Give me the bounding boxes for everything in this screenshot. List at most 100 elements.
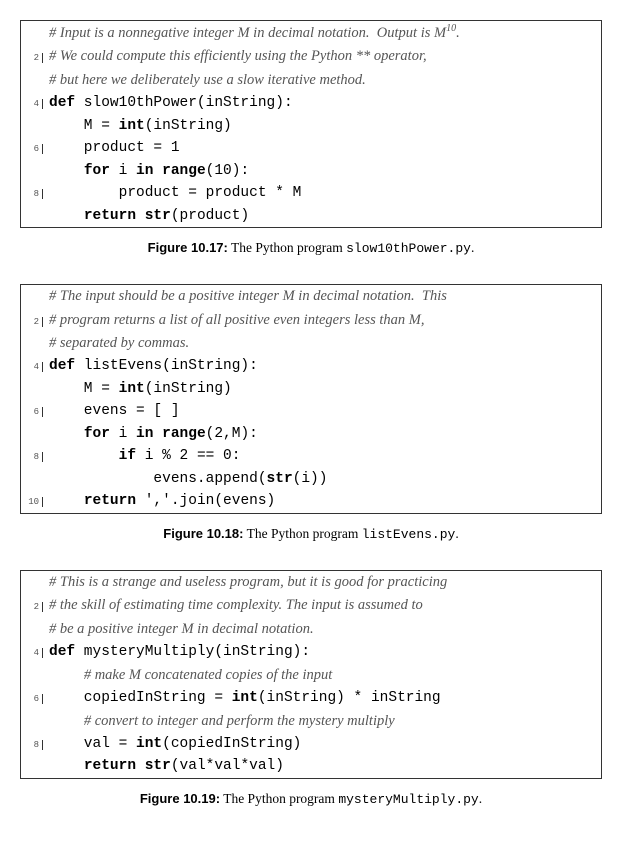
code-line: 4def slow10thPower(inString):: [21, 92, 601, 114]
code-builtin: int: [119, 118, 145, 134]
code-line: 8 val = int(copiedInString): [21, 733, 601, 755]
code-text: copiedInString =: [49, 690, 232, 706]
code-content: evens.append(str(i)): [43, 468, 327, 490]
caption-text: .: [479, 791, 482, 806]
figure-caption: Figure 10.18: The Python program listEve…: [20, 526, 602, 542]
code-content: # program returns a list of all positive…: [43, 309, 425, 332]
code-line: # be a positive integer M in decimal not…: [21, 618, 601, 641]
code-keyword: if: [119, 448, 136, 464]
code-text: val =: [49, 736, 136, 752]
code-comment: # the skill of estimating time complexit…: [49, 597, 423, 613]
code-text: listEvens(inString):: [75, 358, 258, 374]
code-content: # make M concatenated copies of the inpu…: [43, 664, 332, 687]
code-comment: 10: [446, 23, 456, 34]
code-builtin: int: [136, 736, 162, 752]
line-number: 2: [21, 53, 43, 63]
caption-text: .: [471, 240, 474, 255]
code-text: [153, 426, 162, 442]
code-builtin: str: [145, 758, 171, 774]
code-content: # The input should be a positive integer…: [43, 285, 447, 308]
code-line: # This is a strange and useless program,…: [21, 571, 601, 594]
code-comment: # Input is a nonnegative integer M in de…: [49, 25, 446, 41]
code-line: for i in range(2,M):: [21, 423, 601, 445]
code-text: (i)): [293, 471, 328, 487]
code-content: M = int(inString): [43, 378, 232, 400]
code-content: val = int(copiedInString): [43, 733, 301, 755]
code-keyword: in: [136, 163, 153, 179]
code-line: 2# the skill of estimating time complexi…: [21, 594, 601, 617]
line-number: 6: [21, 694, 43, 704]
code-line: return str(product): [21, 205, 601, 227]
code-text: .join(evens): [171, 493, 275, 509]
code-content: # separated by commas.: [43, 332, 189, 355]
code-content: if i % 2 == 0:: [43, 445, 240, 467]
code-content: for i in range(2,M):: [43, 423, 258, 445]
code-keyword: in: [136, 426, 153, 442]
code-text: M =: [49, 381, 119, 397]
code-comment: # The input should be a positive integer…: [49, 288, 447, 304]
code-comment: # separated by commas.: [49, 335, 189, 351]
code-line: 2 # program returns a list of all positiv…: [21, 309, 601, 332]
caption-text: The Python program: [220, 791, 338, 806]
line-number: 4: [21, 362, 43, 372]
caption-filename: slow10thPower.py: [346, 241, 471, 256]
code-text: [49, 668, 84, 684]
code-comment: # but here we deliberately use a slow it…: [49, 72, 366, 88]
code-line: 4 def listEvens(inString):: [21, 355, 601, 377]
line-number: 2: [21, 317, 43, 327]
code-content: # convert to integer and perform the mys…: [43, 710, 395, 733]
code-text: [136, 208, 145, 224]
code-string: ',': [145, 493, 171, 509]
caption-label: Figure 10.18:: [163, 526, 243, 541]
code-content: product = 1: [43, 137, 180, 159]
code-line: 4def mysteryMultiply(inString):: [21, 641, 601, 663]
code-comment: .: [456, 25, 460, 41]
code-content: return str(product): [43, 205, 249, 227]
code-builtin: int: [232, 690, 258, 706]
code-content: for i in range(10):: [43, 160, 249, 182]
line-number: 4: [21, 648, 43, 658]
code-content: # We could compute this efficiently usin…: [43, 45, 427, 68]
code-line: # Input is a nonnegative integer M in de…: [21, 21, 601, 45]
code-text: (product): [171, 208, 249, 224]
code-keyword: for: [84, 426, 110, 442]
caption-text: .: [455, 526, 458, 541]
code-content: M = int(inString): [43, 115, 232, 137]
code-comment: # We could compute this efficiently usin…: [49, 48, 427, 64]
caption-label: Figure 10.19:: [140, 791, 220, 806]
code-text: (inString): [145, 381, 232, 397]
code-keyword: def: [49, 644, 75, 660]
code-content: # but here we deliberately use a slow it…: [43, 69, 366, 92]
code-content: # the skill of estimating time complexit…: [43, 594, 423, 617]
code-text: i: [110, 163, 136, 179]
figure-caption: Figure 10.17: The Python program slow10t…: [20, 240, 602, 256]
code-text: product = 1: [49, 140, 180, 156]
code-line: # convert to integer and perform the mys…: [21, 710, 601, 733]
document-body: # Input is a nonnegative integer M in de…: [20, 20, 602, 807]
code-line: 8 product = product * M: [21, 182, 601, 204]
line-number: 6: [21, 407, 43, 417]
code-text: [49, 448, 119, 464]
code-text: (inString): [145, 118, 232, 134]
code-line: # make M concatenated copies of the inpu…: [21, 664, 601, 687]
code-text: evens = [ ]: [49, 403, 180, 419]
code-text: [49, 493, 84, 509]
code-content: # be a positive integer M in decimal not…: [43, 618, 314, 641]
code-content: copiedInString = int(inString) * inStrin…: [43, 687, 441, 709]
code-keyword: def: [49, 358, 75, 374]
caption-filename: listEvens.py: [362, 527, 456, 542]
caption-text: The Python program: [228, 240, 346, 255]
code-keyword: return: [84, 493, 136, 509]
line-number: 8: [21, 189, 43, 199]
code-text: slow10thPower(inString):: [75, 95, 293, 111]
code-comment: # convert to integer and perform the mys…: [84, 713, 395, 729]
code-builtin: int: [119, 381, 145, 397]
caption-text: The Python program: [243, 526, 361, 541]
code-line: # The input should be a positive integer…: [21, 285, 601, 308]
code-text: (10):: [206, 163, 250, 179]
code-line: 6 evens = [ ]: [21, 400, 601, 422]
code-line: 6 product = 1: [21, 137, 601, 159]
line-number: 8: [21, 740, 43, 750]
code-text: [153, 163, 162, 179]
code-comment: # program returns a list of all positive…: [49, 312, 425, 328]
